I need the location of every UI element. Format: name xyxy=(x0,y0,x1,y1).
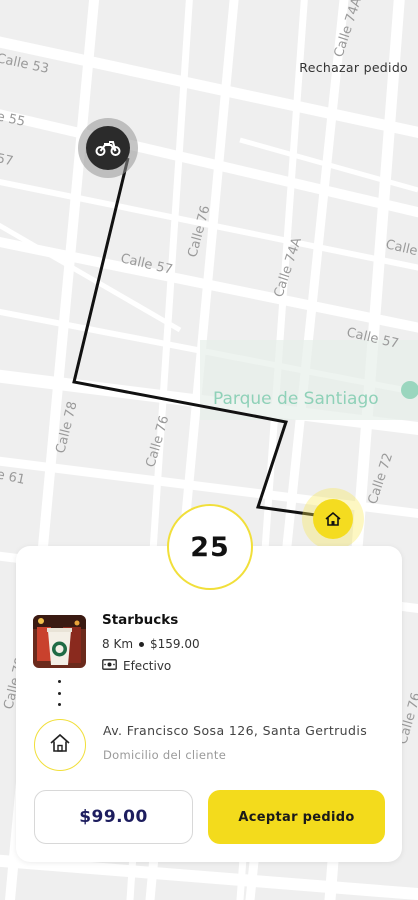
payment-label: Efectivo xyxy=(123,659,172,673)
store-distance: 8 Km xyxy=(102,637,134,651)
destination-home-badge xyxy=(34,719,86,771)
payment-method: Efectivo xyxy=(102,659,171,673)
separator-dot xyxy=(139,641,145,647)
park-label: Parque de Santiago xyxy=(213,389,379,409)
delivery-fee: $99.00 xyxy=(34,790,193,844)
countdown-timer: 25 xyxy=(167,504,253,590)
street-label: 57 xyxy=(0,151,14,169)
route-connector xyxy=(58,680,62,706)
home-outline-icon xyxy=(49,733,71,757)
street-label: Calle 72 xyxy=(366,451,397,506)
street-label: Calle 5 xyxy=(384,237,418,262)
store-name: Starbucks xyxy=(102,612,179,628)
store-meta: 8 Km $159.00 xyxy=(102,637,200,651)
street-label: e 61 xyxy=(0,467,26,488)
destination-caption: Domicilio del cliente xyxy=(103,748,227,762)
reject-order-link[interactable]: Rechazar pedido xyxy=(276,60,408,80)
destination-address: Av. Francisco Sosa 126, Santa Gertrudis xyxy=(103,723,368,738)
street-label: Calle 76 xyxy=(143,414,172,469)
courier-marker xyxy=(78,118,138,178)
street-label: Calle 74A xyxy=(272,236,305,300)
motorcycle-icon xyxy=(86,126,130,170)
timer-value: 25 xyxy=(190,531,230,563)
store-image xyxy=(33,615,86,668)
home-icon xyxy=(313,499,353,539)
accept-order-button[interactable]: Aceptar pedido xyxy=(208,790,385,844)
street-label: e 55 xyxy=(0,109,26,130)
store-price: $159.00 xyxy=(150,637,200,651)
destination-marker xyxy=(302,488,364,550)
cash-icon xyxy=(102,659,117,673)
